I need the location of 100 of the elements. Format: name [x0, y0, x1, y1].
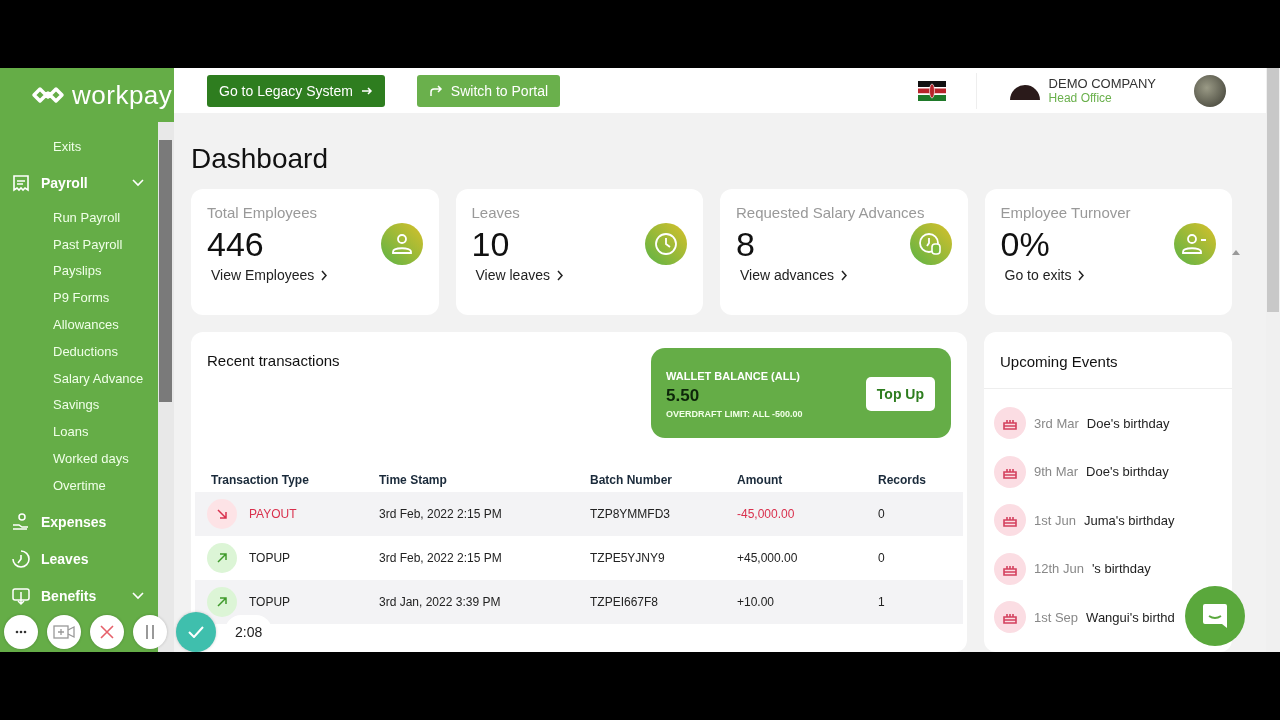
more-icon — [15, 630, 27, 634]
column-header: Time Stamp — [379, 473, 448, 487]
sidebar-item[interactable]: P9 Forms — [0, 285, 158, 312]
table-cell-text: TZP8YMMFD3 — [590, 507, 671, 521]
arrow-right-icon — [360, 84, 373, 97]
sidebar-item[interactable]: Exits — [0, 134, 158, 161]
switch-portal-button[interactable]: Switch to Portal — [416, 74, 561, 107]
clock-coin-icon — [909, 223, 952, 265]
stat-value: 10 — [471, 224, 510, 264]
table-cell-text: 1 — [878, 595, 886, 609]
sidebar-item[interactable]: Payroll — [0, 167, 158, 198]
scroll-up-icon[interactable] — [1232, 250, 1240, 255]
company-name[interactable]: DEMO COMPANY — [1048, 76, 1156, 91]
avatar[interactable] — [1194, 74, 1226, 107]
event-date: 1st Sep — [1034, 609, 1079, 625]
table-cell-text: +10.00 — [737, 595, 776, 609]
branch-name[interactable]: Head Office — [1048, 91, 1156, 105]
table-cell-text: +45,000.00 — [737, 551, 799, 565]
column-header: Records — [878, 473, 928, 487]
receipt-icon — [11, 172, 31, 193]
stat-title: Total Employees — [207, 204, 319, 221]
table-cell-text: 0 — [878, 551, 886, 565]
table-cell-text: TZPEI667F8 — [590, 595, 660, 609]
sidebar-item[interactable]: Savings — [0, 392, 158, 420]
chevron-icon — [132, 178, 144, 187]
event-name: Wangui's birthd — [1086, 609, 1175, 625]
check-icon — [188, 626, 204, 638]
stat-value: 446 — [207, 224, 264, 264]
column-header: Batch Number — [590, 473, 673, 487]
wallet-label: WALLET BALANCE (ALL) — [666, 369, 801, 382]
overdraft-limit: OVERDRAFT LIMIT: ALL -500.00 — [666, 408, 803, 419]
card-link[interactable]: Go to exits — [1000, 267, 1216, 283]
arrow-up-icon — [207, 543, 237, 573]
sidebar-item[interactable]: Run Payroll — [0, 204, 158, 232]
panel-title: Upcoming Events — [984, 332, 1232, 389]
column-header: Transaction Type — [211, 473, 310, 487]
camera-icon — [53, 625, 75, 639]
scrollbar-thumb[interactable] — [1267, 68, 1279, 312]
sidebar-item[interactable]: Leaves — [0, 543, 158, 574]
event-date: 12th Jun — [1034, 561, 1084, 577]
sidebar-item[interactable]: Overtime — [0, 472, 158, 500]
finish-button[interactable] — [176, 612, 216, 652]
event-name: Doe's birthday — [1086, 464, 1169, 480]
chevron-right-icon — [555, 269, 564, 281]
sidebar-item[interactable]: Salary Advance — [0, 365, 158, 393]
sidebar-item[interactable]: Worked days — [0, 445, 158, 473]
monitor-icon — [11, 585, 31, 606]
table-cell: PAYOUT — [249, 507, 297, 521]
close-icon — [100, 625, 114, 639]
panel-title: Recent transactions — [207, 352, 340, 371]
clock-icon — [11, 548, 31, 569]
sidebar-item[interactable]: Loans — [0, 419, 158, 446]
chevron-right-icon — [839, 269, 848, 281]
sidebar-item[interactable]: Benefits — [0, 580, 158, 611]
cake-icon — [994, 504, 1026, 537]
table-cell: TOPUP — [249, 595, 291, 609]
chat-icon — [1200, 601, 1230, 631]
stat-title: Employee Turnover — [1000, 204, 1132, 221]
sidebar-item[interactable]: Allowances — [0, 312, 158, 339]
stat-title: Requested Salary Advances — [736, 204, 926, 221]
table-cell-text: TZPE5YJNY9 — [590, 551, 666, 565]
cake-icon — [994, 455, 1026, 488]
cake-icon — [994, 601, 1026, 634]
clock-icon — [645, 223, 687, 265]
event-name: Doe's birthday — [1086, 415, 1170, 431]
sidebar-item[interactable]: Past Payroll — [0, 231, 158, 259]
event-name: Juma's birthday — [1083, 512, 1175, 528]
scrollbar-thumb[interactable] — [159, 140, 172, 402]
sidebar-item[interactable]: Payslips — [0, 258, 158, 286]
top-up-button[interactable]: Top Up — [865, 377, 935, 411]
cake-icon — [994, 552, 1026, 585]
legacy-system-button[interactable]: Go to Legacy System — [207, 74, 385, 107]
page-title: Dashboard — [191, 143, 329, 175]
hand-coin-icon — [11, 511, 31, 532]
stat-value: 8 — [736, 224, 755, 264]
table-cell-text: 3rd Jan, 2022 3:39 PM — [379, 595, 502, 609]
arrow-up-icon — [207, 587, 237, 617]
card-link[interactable]: View Employees — [207, 267, 423, 283]
wallet-balance: 5.50 — [666, 385, 701, 406]
sidebar-item[interactable]: Expenses — [0, 506, 158, 537]
card-link[interactable]: View advances — [736, 267, 952, 283]
person-icon — [380, 223, 423, 265]
event-date: 9th Mar — [1034, 464, 1079, 480]
infinity-icon — [30, 85, 66, 105]
cake-icon — [994, 407, 1026, 440]
person-minus-icon — [1174, 223, 1216, 265]
workpay-logo[interactable]: workpay — [0, 68, 174, 122]
table-cell-text: 3rd Feb, 2022 2:15 PM — [379, 551, 503, 565]
chevron-right-icon — [320, 269, 329, 281]
pause-icon — [145, 625, 155, 639]
table-cell-text: -45,000.00 — [737, 507, 796, 521]
chevron-right-icon — [1077, 269, 1086, 281]
table-cell-text: 0 — [878, 507, 886, 521]
card-link[interactable]: View leaves — [471, 267, 687, 283]
chevron-icon — [132, 591, 144, 600]
flag-icon[interactable] — [917, 80, 946, 101]
sidebar-item[interactable]: Deductions — [0, 338, 158, 366]
event-date: 1st Jun — [1034, 512, 1076, 528]
stat-value: 0% — [1000, 224, 1050, 264]
event-date: 3rd Mar — [1034, 415, 1079, 431]
